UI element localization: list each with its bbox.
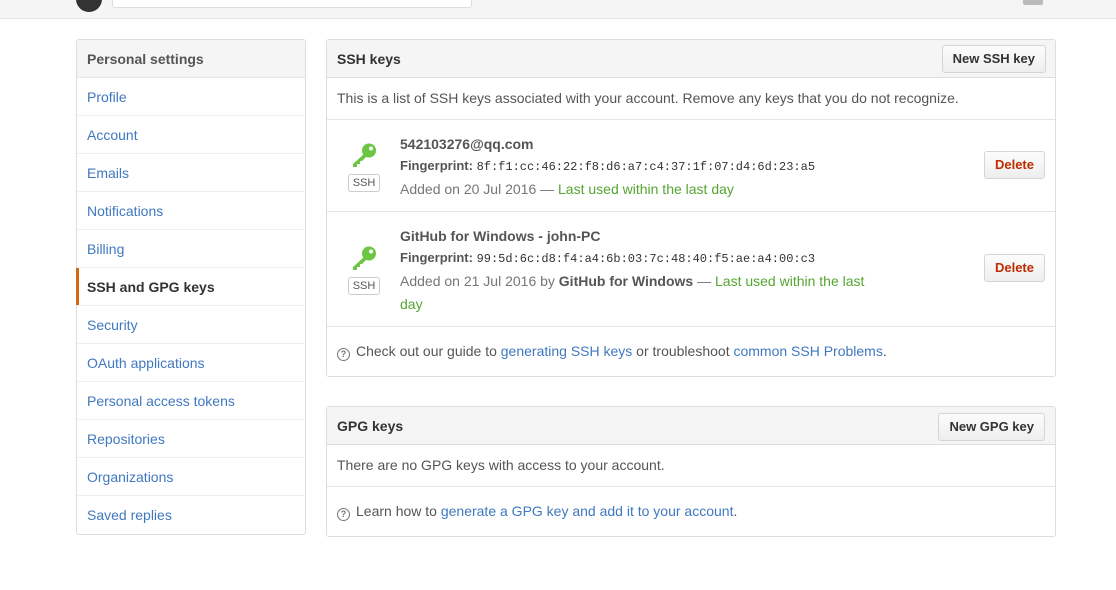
key-icon (353, 143, 376, 167)
ssh-key-fingerprint: Fingerprint: 8f:f1:cc:46:22:f8:d6:a7:c4:… (400, 155, 880, 178)
gpg-keys-header: GPG keys New GPG key (327, 407, 1055, 445)
sidebar-item-oauth-applications[interactable]: OAuth applications (77, 344, 305, 382)
avatar[interactable] (1023, 0, 1043, 5)
key-icon (353, 246, 376, 270)
ssh-key-info: GitHub for Windows - john-PC Fingerprint… (400, 225, 870, 316)
header-nav[interactable] (473, 0, 543, 5)
header-bar (0, 0, 1116, 19)
help-text-suffix: . (733, 503, 738, 519)
search-input[interactable] (112, 0, 472, 8)
ssh-help-row: ? Check out our guide to generating SSH k… (327, 327, 1055, 376)
ssh-key-badge: SSH (348, 245, 382, 295)
new-gpg-key-button[interactable]: New GPG key (938, 413, 1045, 441)
added-date: Added on 21 Jul 2016 by (400, 273, 559, 289)
help-text: Check out our guide to (356, 343, 501, 359)
generating-ssh-keys-link[interactable]: generating SSH keys (501, 343, 633, 359)
gpg-help-row: ? Learn how to generate a GPG key and add… (327, 487, 1055, 536)
sidebar-item-ssh-gpg-keys[interactable]: SSH and GPG keys (76, 268, 305, 306)
ssh-key-added: Added on 20 Jul 2016 — Last used within … (400, 178, 880, 201)
ssh-key-item: SSH 542103276@qq.com Fingerprint: 8f:f1:… (327, 120, 1055, 212)
last-used: Last used within the last day (558, 181, 734, 197)
fingerprint-label: Fingerprint: (400, 158, 473, 173)
help-text-suffix: . (882, 343, 887, 359)
generate-gpg-key-link[interactable]: generate a GPG key and add it to your ac… (441, 503, 734, 519)
ssh-keys-description: This is a list of SSH keys associated wi… (327, 78, 1055, 120)
ssh-key-item: SSH GitHub for Windows - john-PC Fingerp… (327, 212, 1055, 327)
ssh-keys-title: SSH keys (337, 51, 401, 67)
sidebar-item-saved-replies[interactable]: Saved replies (77, 496, 305, 534)
sidebar-item-personal-access-tokens[interactable]: Personal access tokens (77, 382, 305, 420)
delete-ssh-key-button[interactable]: Delete (983, 254, 1045, 282)
sidebar-item-notifications[interactable]: Notifications (77, 192, 305, 230)
question-circle-icon: ? (337, 348, 350, 361)
fingerprint-value: 8f:f1:cc:46:22:f8:d6:a7:c4:37:1f:07:d4:6… (476, 160, 816, 174)
ssh-keys-header: SSH keys New SSH key (327, 40, 1055, 78)
added-by: GitHub for Windows (558, 273, 694, 289)
gpg-empty-text: There are no GPG keys with access to you… (327, 445, 1055, 487)
ssh-key-info: 542103276@qq.com Fingerprint: 8f:f1:cc:4… (400, 133, 880, 201)
sidebar-item-profile[interactable]: Profile (77, 78, 305, 116)
sidebar-item-security[interactable]: Security (77, 306, 305, 344)
help-text: Learn how to (356, 503, 441, 519)
gpg-keys-title: GPG keys (337, 418, 404, 434)
ssh-key-badge: SSH (348, 142, 382, 192)
sidebar-item-billing[interactable]: Billing (77, 230, 305, 268)
added-separator: — (693, 273, 715, 289)
github-logo-icon[interactable] (76, 0, 102, 12)
sidebar-item-emails[interactable]: Emails (77, 154, 305, 192)
question-circle-icon: ? (337, 508, 350, 521)
sidebar-item-repositories[interactable]: Repositories (77, 420, 305, 458)
ssh-key-fingerprint: Fingerprint: 99:5d:6c:d8:f4:a4:6b:03:7c:… (400, 247, 870, 270)
ssh-type-label: SSH (348, 277, 380, 295)
added-date: Added on 20 Jul 2016 — (400, 181, 559, 197)
sidebar-item-account[interactable]: Account (77, 116, 305, 154)
new-ssh-key-button[interactable]: New SSH key (941, 45, 1046, 73)
delete-ssh-key-button[interactable]: Delete (983, 151, 1045, 179)
help-text-middle: or troubleshoot (632, 343, 734, 359)
common-ssh-problems-link[interactable]: common SSH Problems (733, 343, 882, 359)
ssh-key-title: 542103276@qq.com (400, 136, 534, 152)
ssh-key-title: GitHub for Windows - john-PC (400, 228, 601, 244)
sidebar-item-organizations[interactable]: Organizations (77, 458, 305, 496)
ssh-key-added: Added on 21 Jul 2016 by GitHub for Windo… (400, 270, 870, 316)
ssh-keys-box: SSH keys New SSH key This is a list of S… (326, 39, 1056, 377)
sidebar-heading: Personal settings (77, 40, 305, 78)
ssh-type-label: SSH (348, 174, 380, 192)
fingerprint-value: 99:5d:6c:d8:f4:a4:6b:03:7c:48:40:f5:ae:a… (476, 252, 816, 266)
gpg-keys-box: GPG keys New GPG key There are no GPG ke… (326, 406, 1056, 537)
fingerprint-label: Fingerprint: (400, 250, 473, 265)
settings-sidebar: Personal settings Profile Account Emails… (76, 39, 306, 535)
